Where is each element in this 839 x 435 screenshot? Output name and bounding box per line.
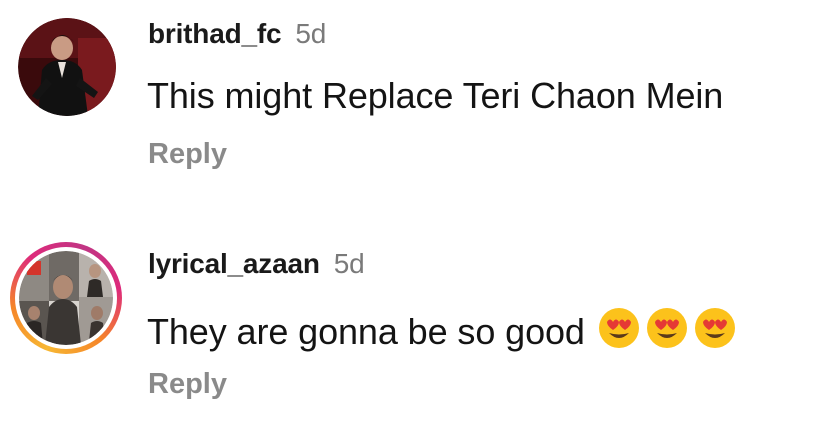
comment-username-line: brithad_fc 5d [148,18,326,50]
profile-picture[interactable] [18,18,116,116]
heart-eyes-emoji-icon [598,308,639,348]
avatar[interactable] [10,242,122,354]
comment-text: This might Replace Teri Chaon Mein [147,75,724,116]
comment-timestamp: 5d [295,18,327,49]
story-ring[interactable] [10,242,122,354]
comment-username-line: lyrical_azaan 5d [148,248,365,280]
reply-button[interactable]: Reply [148,368,227,401]
emoji-group [597,306,737,350]
comment-item: brithad_fc 5d This might Replace Teri Cha… [0,0,839,210]
comment-text: They are gonna be so good [147,311,585,352]
avatar[interactable] [18,18,116,116]
comment-timestamp: 5d [333,248,365,279]
profile-picture[interactable] [19,251,113,345]
comment-username[interactable]: brithad_fc [148,18,282,49]
heart-eyes-emoji-icon [646,308,687,348]
comment-text-line: They are gonna be so good [147,306,737,353]
reply-button[interactable]: Reply [148,138,227,171]
comment-username[interactable]: lyrical_azaan [148,248,320,279]
heart-eyes-emoji-icon [694,308,735,348]
